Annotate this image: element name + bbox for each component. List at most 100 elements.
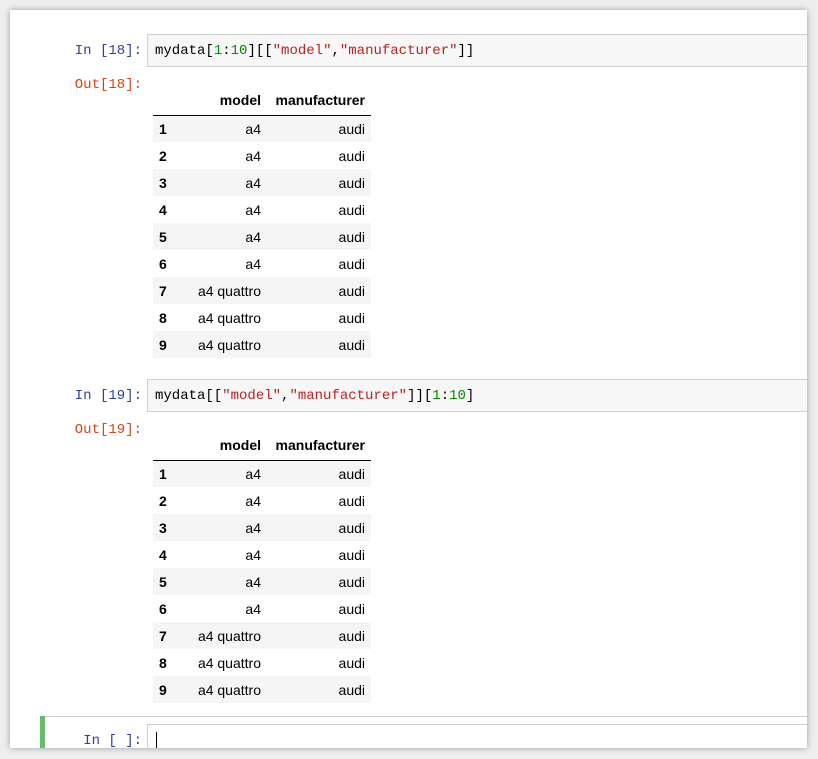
table-row: 3 a4 audi: [153, 514, 371, 541]
cell-manufacturer: audi: [338, 174, 365, 191]
out-prompt-18: Out[18]:: [74, 77, 142, 93]
code-token: 10: [230, 43, 248, 59]
row-index: 6: [159, 255, 167, 272]
code-token: 1: [432, 388, 441, 404]
code-token: ][[: [247, 43, 273, 59]
row-index: 8: [159, 654, 167, 671]
code-token: ]: [465, 388, 475, 404]
column-header-model: model: [175, 86, 267, 116]
cell-model: a4: [245, 174, 261, 191]
row-index: 1: [159, 120, 167, 137]
table-row: 9 a4 quattro audi: [153, 331, 371, 358]
cell-model: a4: [245, 255, 261, 272]
row-index: 7: [159, 282, 167, 299]
notebook-container: In [18]: mydata[1:10][["model","manufact…: [10, 10, 807, 748]
cell-manufacturer: audi: [338, 255, 365, 272]
cell-manufacturer: audi: [338, 147, 365, 164]
cell-manufacturer: audi: [338, 120, 365, 137]
table-row: 4 a4 audi: [153, 196, 371, 223]
cell-manufacturer: audi: [338, 654, 365, 671]
table-row: 4 a4 audi: [153, 541, 371, 568]
code-input-19[interactable]: mydata[["model","manufacturer"]][1:10]: [147, 379, 807, 412]
cell-manufacturer: audi: [338, 681, 365, 698]
code-cell-19[interactable]: In [19]: mydata[["model","manufacturer"]…: [10, 379, 807, 709]
cell-model: a4 quattro: [197, 309, 261, 326]
table-row: 3 a4 audi: [153, 169, 371, 196]
cell-manufacturer: audi: [338, 228, 365, 245]
cell-model: a4: [245, 465, 261, 482]
row-index: 6: [159, 600, 167, 617]
dataframe-output-18: model manufacturer 1 a4 audi 2 a4 audi 3 a4 audi…: [153, 86, 371, 358]
row-index: 1: [159, 465, 167, 482]
row-index: 8: [159, 309, 167, 326]
cell-manufacturer: audi: [338, 627, 365, 644]
row-index: 3: [159, 174, 167, 191]
cell-manufacturer: audi: [338, 546, 365, 563]
cell-manufacturer: audi: [338, 600, 365, 617]
column-header-manufacturer: manufacturer: [267, 86, 371, 116]
row-index: 2: [159, 492, 167, 509]
out-prompt-19: Out[19]:: [74, 422, 142, 438]
in-prompt-18: In [18]:: [74, 43, 142, 59]
code-token: ]][: [407, 388, 433, 404]
cell-manufacturer: audi: [338, 282, 365, 299]
table-header-row: model manufacturer: [153, 86, 371, 116]
row-index: 3: [159, 519, 167, 536]
table-row: 2 a4 audi: [153, 487, 371, 514]
row-index: 2: [159, 147, 167, 164]
cell-model: a4 quattro: [197, 282, 261, 299]
table-row: 1 a4 audi: [153, 460, 371, 487]
cell-manufacturer: audi: [338, 519, 365, 536]
code-token: "manufacturer": [289, 388, 408, 404]
cell-model: a4 quattro: [197, 681, 261, 698]
table-row: 1 a4 audi: [153, 115, 371, 142]
empty-code-cell[interactable]: In [ ]:: [10, 716, 807, 748]
table-row: 8 a4 quattro audi: [153, 304, 371, 331]
code-token: "manufacturer": [339, 43, 458, 59]
row-index: 4: [159, 201, 167, 218]
text-cursor: [156, 732, 157, 748]
code-token: "model": [272, 43, 332, 59]
table-row: 8 a4 quattro audi: [153, 649, 371, 676]
cell-model: a4: [245, 120, 261, 137]
cell-model: a4: [245, 546, 261, 563]
cell-model: a4: [245, 519, 261, 536]
code-token: mydata[: [155, 43, 214, 59]
code-token: ]]: [457, 43, 475, 59]
table-row: 6 a4 audi: [153, 250, 371, 277]
table-row: 7 a4 quattro audi: [153, 277, 371, 304]
code-input-empty[interactable]: [147, 724, 807, 748]
code-input-18[interactable]: mydata[1:10][["model","manufacturer"]]: [147, 34, 807, 67]
table-row: 7 a4 quattro audi: [153, 622, 371, 649]
row-index: 9: [159, 681, 167, 698]
cell-model: a4: [245, 600, 261, 617]
cell-model: a4 quattro: [197, 336, 261, 353]
code-token: ,: [331, 43, 340, 59]
table-row: 5 a4 audi: [153, 568, 371, 595]
cell-manufacturer: audi: [338, 573, 365, 590]
cell-model: a4: [245, 147, 261, 164]
row-index: 9: [159, 336, 167, 353]
cell-border: [40, 716, 807, 717]
code-token: 1: [213, 43, 223, 59]
table-row: 9 a4 quattro audi: [153, 676, 371, 703]
row-index: 7: [159, 627, 167, 644]
in-prompt-19: In [19]:: [74, 388, 142, 404]
cell-model: a4: [245, 492, 261, 509]
code-text-19: mydata[["model","manufacturer"]][1:10]: [155, 387, 474, 405]
cell-model: a4: [245, 228, 261, 245]
code-token: :: [440, 388, 450, 404]
code-token: mydata[[: [155, 388, 223, 404]
index-header: [153, 431, 175, 461]
code-token: "model": [222, 388, 282, 404]
row-index: 4: [159, 546, 167, 563]
table-row: 6 a4 audi: [153, 595, 371, 622]
code-text-18: mydata[1:10][["model","manufacturer"]]: [155, 42, 474, 60]
table-row: 5 a4 audi: [153, 223, 371, 250]
row-index: 5: [159, 228, 167, 245]
cell-manufacturer: audi: [338, 336, 365, 353]
cell-model: a4 quattro: [197, 654, 261, 671]
cell-manufacturer: audi: [338, 492, 365, 509]
cell-model: a4: [245, 573, 261, 590]
code-cell-18[interactable]: In [18]: mydata[1:10][["model","manufact…: [10, 34, 807, 364]
